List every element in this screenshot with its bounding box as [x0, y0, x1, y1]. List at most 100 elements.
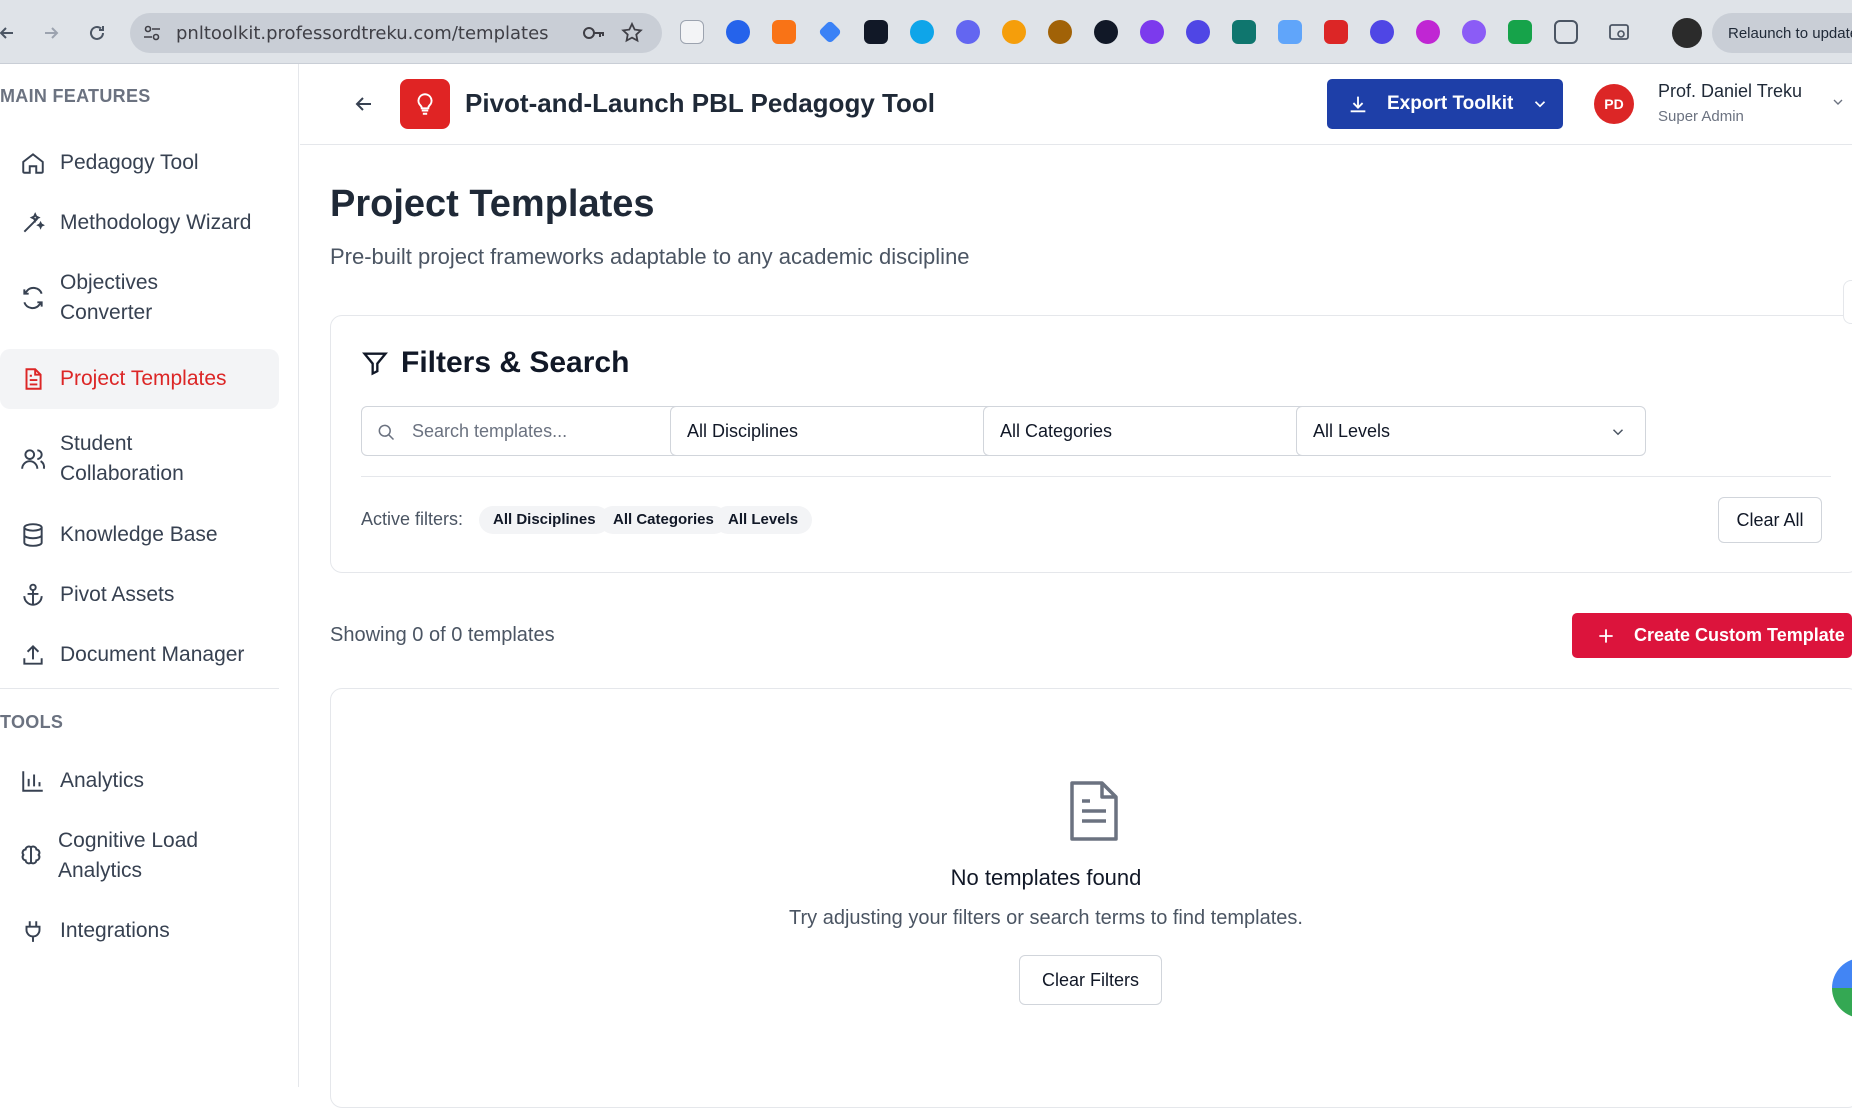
user-avatar[interactable]: PD: [1594, 84, 1634, 124]
page-title: Project Templates: [330, 183, 655, 225]
export-toolkit-label: Export Toolkit: [1387, 93, 1514, 114]
w-extension-icon[interactable]: [1140, 20, 1164, 44]
filter-chip-categories[interactable]: All Categories: [599, 506, 728, 534]
search-field[interactable]: [361, 406, 711, 456]
react-extension-icon[interactable]: [1232, 20, 1256, 44]
back-arrow-icon[interactable]: [352, 92, 376, 116]
sidebar-item-cognitive-load-analytics[interactable]: Cognitive Load Analytics: [0, 816, 279, 896]
sidebar-item-objectives-converter[interactable]: Objectives Converter: [0, 258, 279, 338]
sidebar-item-knowledge-base[interactable]: Knowledge Base: [0, 510, 279, 560]
results-count: Showing 0 of 0 templates: [330, 624, 555, 646]
filter-chip-disciplines[interactable]: All Disciplines: [479, 506, 610, 534]
gear-extension-icon[interactable]: [956, 20, 980, 44]
chevron-down-icon: [1535, 101, 1546, 108]
app-header: Pivot-and-Launch PBL Pedagogy Tool Expor…: [300, 64, 1852, 145]
browser-forward-icon[interactable]: [38, 20, 64, 46]
user-role: Super Admin: [1658, 108, 1744, 125]
sidebar-item-label: Pivot Assets: [60, 583, 175, 606]
sidebar-item-label: Integrations: [60, 919, 170, 942]
sidebar-item-integrations[interactable]: Integrations: [0, 906, 279, 956]
puzzle-extensions-icon[interactable]: [1554, 20, 1578, 44]
sparkle-extension-icon[interactable]: [1370, 20, 1394, 44]
empty-state-text: Try adjusting your filters or search ter…: [789, 907, 1303, 929]
filters-heading: Filters & Search: [361, 346, 629, 380]
sidebar-divider: [0, 688, 279, 689]
site-settings-icon[interactable]: [142, 23, 162, 43]
sidebar-item-student-collaboration[interactable]: Student Collaboration: [0, 419, 279, 499]
clear-all-button[interactable]: Clear All: [1718, 497, 1822, 543]
brain-icon: [21, 845, 41, 865]
bitcoin-extension-icon[interactable]: [1002, 20, 1026, 44]
wand-icon: [23, 212, 45, 233]
metamask-extension-icon[interactable]: [772, 20, 796, 44]
side-panel-tab[interactable]: [1843, 280, 1852, 324]
skype-extension-icon[interactable]: [910, 20, 934, 44]
browser-profile-avatar[interactable]: [1672, 18, 1702, 48]
address-url[interactable]: pnltoolkit.professordtreku.com/templates: [176, 23, 549, 44]
owl-extension-icon[interactable]: [1048, 20, 1072, 44]
leaf-extension-icon[interactable]: [1094, 20, 1118, 44]
app-title: Pivot-and-Launch PBL Pedagogy Tool: [465, 88, 935, 118]
sidebar-item-analytics[interactable]: Analytics: [0, 756, 279, 806]
relaunch-button[interactable]: Relaunch to update: [1712, 13, 1852, 53]
sidebar-item-project-templates[interactable]: Project Templates: [0, 349, 279, 409]
user-menu-chevron-icon[interactable]: [1830, 94, 1846, 110]
filters-title: Filters & Search: [401, 346, 630, 379]
clear-filters-button[interactable]: Clear Filters: [1019, 955, 1162, 1005]
home-icon: [22, 153, 44, 174]
refresh-icon: [23, 287, 43, 309]
password-key-icon[interactable]: [582, 22, 606, 44]
zoom-extension-icon[interactable]: [726, 20, 750, 44]
sidebar-item-label: Pedagogy Tool: [60, 151, 199, 174]
file-text-icon: [1070, 781, 1118, 841]
filters-divider: [361, 476, 1831, 477]
file-text-icon: [25, 368, 42, 390]
user-name[interactable]: Prof. Daniel Treku: [1658, 81, 1802, 102]
templates-results: No templates found Try adjusting your fi…: [330, 688, 1852, 1108]
robot-extension-icon[interactable]: [1508, 20, 1532, 44]
at-extension-icon[interactable]: [1462, 20, 1486, 44]
graduation-extension-icon[interactable]: [818, 20, 842, 44]
sidebar-item-label: Project Templates: [60, 367, 227, 390]
chart-extension-icon[interactable]: [1278, 20, 1302, 44]
app-logo: [400, 79, 450, 129]
browser-back-icon[interactable]: [0, 20, 20, 46]
category-select[interactable]: All Categories: [983, 406, 1333, 456]
create-custom-template-label: Create Custom Template: [1634, 625, 1845, 645]
address-bar[interactable]: pnltoolkit.professordtreku.com/templates: [130, 13, 662, 53]
lightbulb-icon: [417, 93, 433, 115]
discipline-select[interactable]: All Disciplines: [670, 406, 1020, 456]
database-icon: [23, 523, 43, 547]
globe-extension-icon[interactable]: [1186, 20, 1210, 44]
doc-extension-icon[interactable]: [680, 20, 704, 44]
sidebar-item-label: Objectives Converter: [60, 271, 159, 324]
filter-icon: [362, 352, 388, 376]
tab-search-icon[interactable]: [1606, 20, 1632, 46]
browser-toolbar: pnltoolkit.professordtreku.com/templates…: [0, 0, 1852, 64]
upload-icon: [23, 644, 43, 665]
level-select-value: All Levels: [1313, 420, 1391, 441]
bookmark-star-icon[interactable]: [620, 21, 644, 45]
sidebar-item-pedagogy-tool[interactable]: Pedagogy Tool: [0, 138, 279, 188]
sidebar-item-label: Analytics: [60, 769, 145, 792]
sidebar-item-label: Cognitive Load Analytics: [58, 829, 199, 882]
discipline-select-value: All Disciplines: [687, 420, 799, 441]
sidebar-item-pivot-assets[interactable]: Pivot Assets: [0, 570, 279, 620]
level-select[interactable]: All Levels: [1296, 406, 1646, 456]
sidebar-item-label: Knowledge Base: [60, 523, 218, 546]
sidebar-item-document-manager[interactable]: Document Manager: [0, 630, 279, 680]
export-toolkit-button[interactable]: Export Toolkit: [1327, 79, 1563, 129]
search-input[interactable]: [412, 415, 702, 447]
browser-reload-icon[interactable]: [84, 20, 110, 46]
pdf-extension-icon[interactable]: [1324, 20, 1348, 44]
sidebar-item-methodology-wizard[interactable]: Methodology Wizard: [0, 198, 279, 248]
sidebar-item-label: Methodology Wizard: [60, 211, 252, 234]
swirl-extension-icon[interactable]: [1416, 20, 1440, 44]
extensions-row: [680, 20, 1578, 46]
category-select-value: All Categories: [1000, 420, 1113, 441]
filter-chip-levels[interactable]: All Levels: [714, 506, 813, 534]
create-custom-template-button[interactable]: Create Custom Template: [1572, 613, 1852, 658]
filters-card: Filters & Search All Disciplines All Cat…: [330, 315, 1852, 573]
notion-extension-icon[interactable]: [864, 20, 888, 44]
plug-icon: [25, 921, 41, 942]
